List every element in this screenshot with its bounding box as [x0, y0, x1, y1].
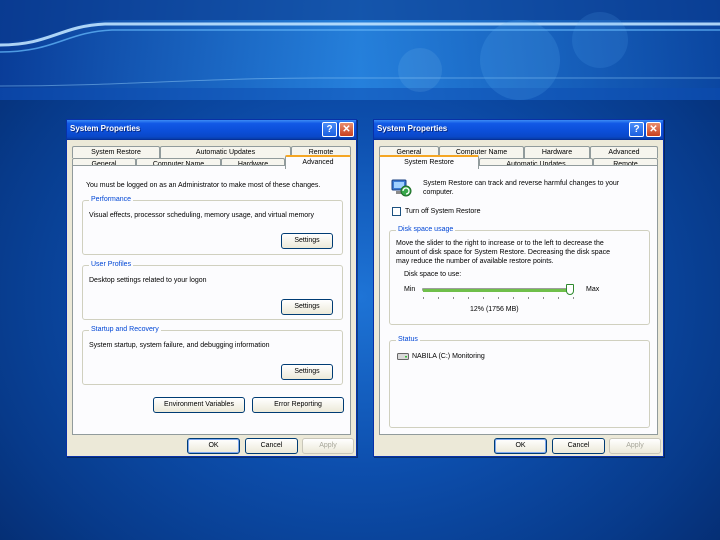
tab-advanced[interactable]: Advanced	[285, 155, 351, 169]
disk-space-value: 12% (1756 MB)	[470, 306, 519, 313]
system-properties-window-advanced: System Properties ? ✕ System Restore Aut…	[66, 119, 357, 457]
slider-tick	[468, 297, 469, 299]
drive-status-text: NABILA (C:) Monitoring	[412, 353, 485, 360]
disk-desc-line3: may reduce the number of available resto…	[396, 258, 554, 265]
slider-tick	[438, 297, 439, 299]
user-profiles-group-title: User Profiles	[89, 261, 134, 268]
disk-space-usage-title: Disk space usage	[396, 226, 456, 233]
slider-tick	[498, 297, 499, 299]
user-profiles-desc: Desktop settings related to your logon	[89, 277, 207, 284]
startup-recovery-group-title: Startup and Recovery	[89, 326, 161, 333]
slider-max-label: Max	[586, 286, 600, 293]
cancel-button[interactable]: Cancel	[552, 438, 605, 454]
ok-button[interactable]: OK	[187, 438, 240, 454]
status-group-title: Status	[396, 336, 420, 343]
slider-tick	[483, 297, 484, 299]
system-properties-window-system-restore: System Properties ? ✕ General Computer N…	[373, 119, 664, 457]
slider-tick	[558, 297, 559, 299]
disk-space-to-use-label: Disk space to use:	[404, 271, 462, 278]
window-title: System Properties	[70, 124, 141, 133]
apply-button[interactable]: Apply	[609, 438, 661, 454]
turn-off-system-restore-checkbox[interactable]	[392, 207, 401, 216]
slider-tick	[528, 297, 529, 299]
slider-tick	[513, 297, 514, 299]
tab-hardware[interactable]: Hardware	[524, 146, 590, 158]
disk-space-slider-thumb[interactable]	[566, 284, 574, 295]
close-button[interactable]: ✕	[339, 122, 354, 137]
help-button[interactable]: ?	[322, 122, 337, 137]
tab-advanced[interactable]: Advanced	[590, 146, 658, 158]
disk-space-usage-group: Disk space usage Move the slider to the …	[389, 226, 650, 325]
slider-tick	[453, 297, 454, 299]
environment-variables-button[interactable]: Environment Variables	[153, 397, 245, 413]
startup-recovery-group: Startup and Recovery System startup, sys…	[82, 326, 343, 385]
slider-min-label: Min	[404, 286, 416, 293]
title-bar[interactable]: System Properties ? ✕	[67, 120, 356, 140]
tab-automatic-updates[interactable]: Automatic Updates	[160, 146, 291, 158]
performance-group: Performance Visual effects, processor sc…	[82, 196, 343, 255]
performance-group-title: Performance	[89, 196, 134, 203]
help-button[interactable]: ?	[629, 122, 644, 137]
disk-desc-line1: Move the slider to the right to increase…	[396, 240, 604, 247]
title-bar[interactable]: System Properties ? ✕	[374, 120, 663, 140]
slider-tick	[573, 297, 574, 299]
window-title: System Properties	[377, 124, 448, 133]
system-restore-tab-page: System Restore can track and reverse har…	[379, 165, 658, 435]
user-profiles-settings-button[interactable]: Settings	[281, 299, 333, 315]
performance-desc: Visual effects, processor scheduling, me…	[89, 212, 315, 219]
disk-desc-line2: amount of disk space for System Restore.…	[396, 249, 610, 256]
drive-icon	[397, 353, 409, 360]
tab-system-restore[interactable]: System Restore	[72, 146, 160, 158]
close-button[interactable]: ✕	[646, 122, 661, 137]
cancel-button[interactable]: Cancel	[245, 438, 298, 454]
slider-tick	[543, 297, 544, 299]
user-profiles-group: User Profiles Desktop settings related t…	[82, 261, 343, 320]
ok-button[interactable]: OK	[494, 438, 547, 454]
slider-tick	[423, 297, 424, 299]
intro-text-line2: computer.	[423, 189, 454, 196]
tab-system-restore[interactable]: System Restore	[379, 155, 479, 169]
background-banner	[0, 0, 720, 100]
disk-space-slider-fill	[423, 289, 570, 292]
performance-settings-button[interactable]: Settings	[281, 233, 333, 249]
error-reporting-button[interactable]: Error Reporting	[252, 397, 344, 413]
system-restore-icon	[391, 179, 412, 197]
advanced-tab-page: You must be logged on as an Administrato…	[72, 165, 351, 435]
admin-note: You must be logged on as an Administrato…	[86, 182, 321, 189]
startup-recovery-desc: System startup, system failure, and debu…	[89, 342, 270, 349]
apply-button[interactable]: Apply	[302, 438, 354, 454]
status-group: Status NABILA (C:) Monitoring	[389, 336, 650, 428]
turn-off-system-restore-label: Turn off System Restore	[405, 208, 481, 215]
startup-recovery-settings-button[interactable]: Settings	[281, 364, 333, 380]
intro-text-line1: System Restore can track and reverse har…	[423, 180, 620, 187]
